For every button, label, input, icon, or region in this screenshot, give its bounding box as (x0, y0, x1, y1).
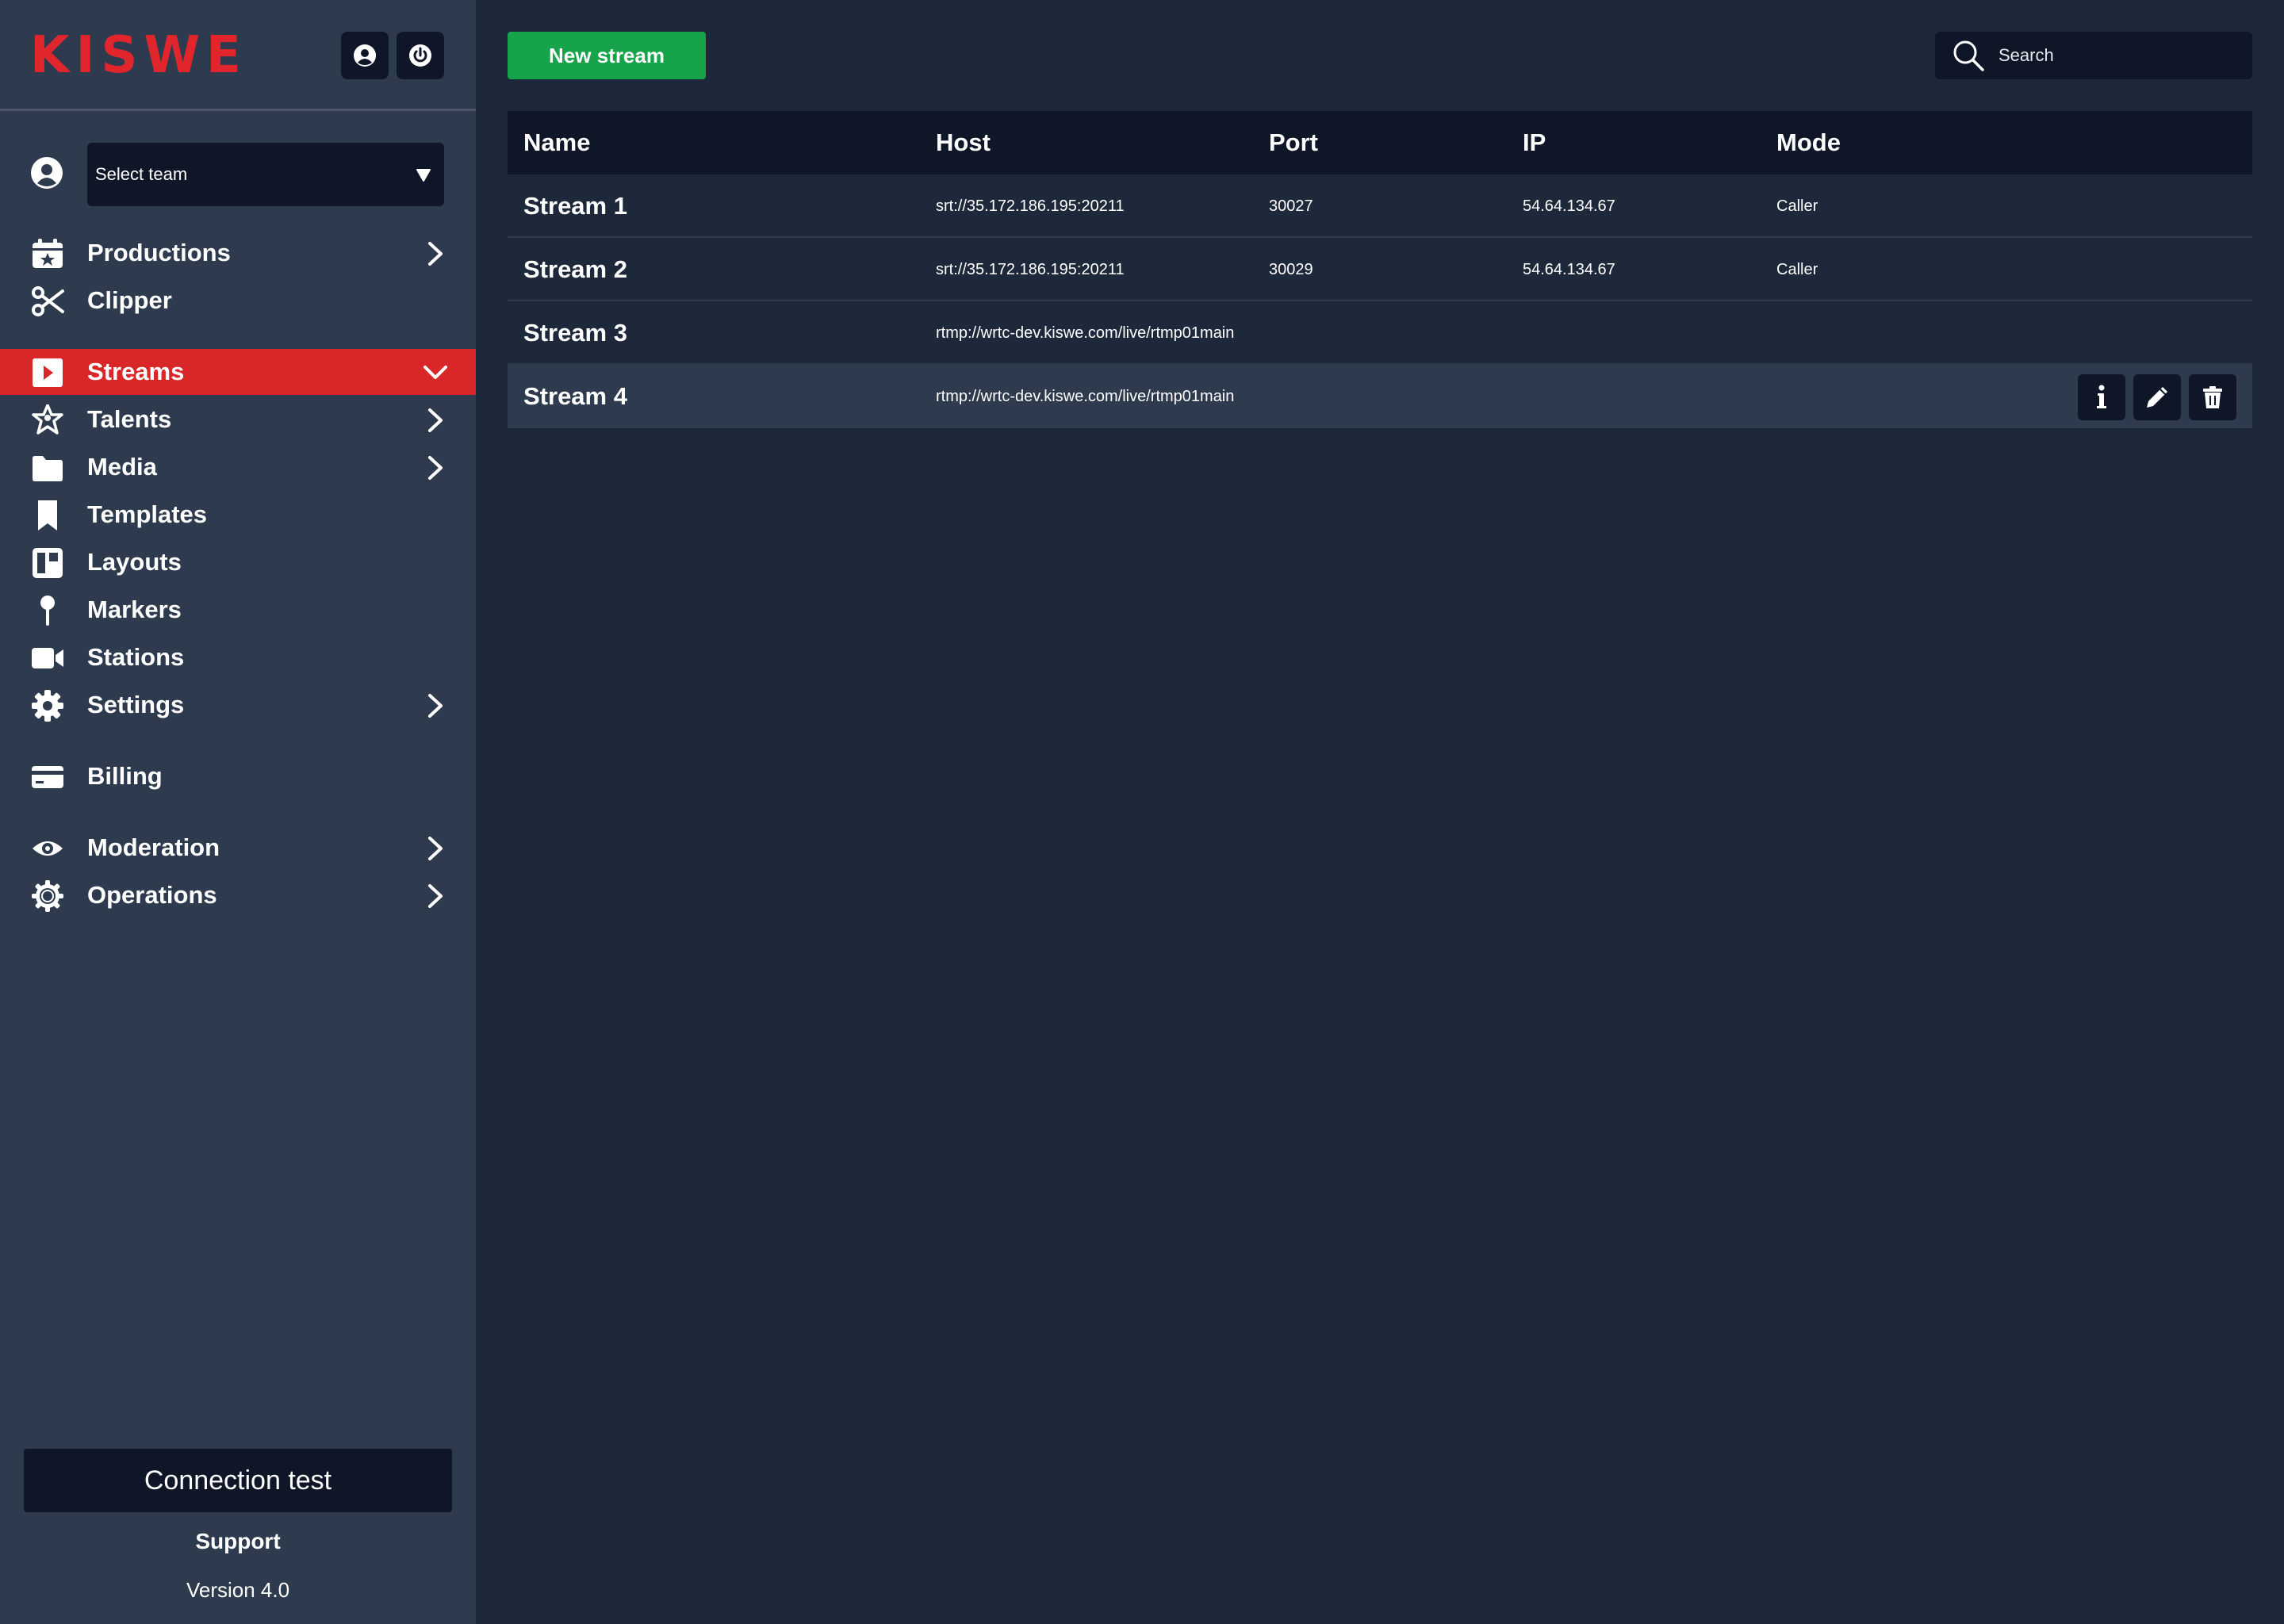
column-header-port[interactable]: Port (1269, 111, 1318, 174)
chevron-right-icon (428, 456, 443, 480)
search-input[interactable]: Search (1935, 32, 2252, 79)
nav-item-talents[interactable]: Talents (0, 396, 476, 442)
team-select-value: Select team (95, 164, 188, 184)
nav-item-layouts[interactable]: Layouts (0, 539, 476, 585)
info-button[interactable] (2078, 374, 2125, 420)
stream-mode: Caller (1776, 261, 1818, 278)
stream-ip: 54.64.134.67 (1523, 261, 1615, 278)
stream-host: srt://35.172.186.195:20211 (936, 261, 1125, 278)
search-placeholder: Search (1998, 45, 2054, 65)
power-icon (409, 44, 431, 67)
stream-port: 30029 (1269, 261, 1313, 278)
nav-label-talents: Talents (87, 405, 172, 433)
stream-name: Stream 4 (523, 382, 627, 410)
chevron-right-icon (428, 408, 443, 432)
nav-label-stations: Stations (87, 643, 185, 671)
nav-item-markers[interactable]: Markers (0, 587, 476, 633)
person-star-icon (30, 404, 65, 436)
stream-host: rtmp://wrtc-dev.kiswe.com/live/rtmp01mai… (936, 388, 1235, 405)
gear-icon (30, 690, 65, 722)
nav-label-markers: Markers (87, 596, 182, 623)
nav-label-settings: Settings (87, 691, 185, 718)
team-user-icon (31, 157, 63, 189)
delete-button[interactable] (2189, 374, 2236, 420)
chevron-right-icon (428, 884, 443, 908)
play-square-icon (30, 357, 65, 389)
bookmark-icon (30, 500, 65, 531)
edit-button[interactable] (2133, 374, 2181, 420)
table-header: Name Host Port IP Mode (508, 111, 2252, 174)
layout-grid-icon (30, 547, 65, 579)
table-row[interactable]: Stream 3 rtmp://wrtc-dev.kiswe.com/live/… (508, 301, 2252, 365)
nav-label-media: Media (87, 453, 157, 481)
support-link[interactable]: Support (0, 1529, 476, 1554)
version-label: Version 4.0 (186, 1578, 290, 1602)
table-row[interactable]: Stream 4 rtmp://wrtc-dev.kiswe.com/live/… (508, 365, 2252, 428)
pencil-icon (2147, 387, 2167, 408)
nav-label-billing: Billing (87, 762, 163, 790)
column-header-ip[interactable]: IP (1523, 111, 1546, 174)
pin-icon (30, 595, 65, 626)
nav-item-operations[interactable]: Operations (0, 872, 476, 918)
eye-icon (30, 833, 65, 864)
nav-label-layouts: Layouts (87, 548, 182, 576)
search-icon (1953, 40, 1984, 71)
user-circle-icon (354, 44, 376, 67)
nav-item-billing[interactable]: Billing (0, 753, 476, 799)
credit-card-icon (30, 761, 65, 793)
nav-item-media[interactable]: Media (0, 444, 476, 490)
logout-button[interactable] (397, 32, 444, 79)
stream-host: srt://35.172.186.195:20211 (936, 197, 1125, 215)
stream-mode: Caller (1776, 197, 1818, 215)
chevron-down-icon (423, 366, 447, 379)
nav-item-stations[interactable]: Stations (0, 634, 476, 680)
sidebar: KISWE Select team Productions Clipper St… (0, 0, 476, 1624)
nav-item-moderation[interactable]: Moderation (0, 825, 476, 871)
nav-item-clipper[interactable]: Clipper (0, 278, 476, 324)
nav-label-streams: Streams (87, 358, 185, 385)
scissors-icon (30, 285, 65, 317)
new-stream-button[interactable]: New stream (508, 32, 706, 79)
chevron-right-icon (428, 242, 443, 266)
nav-item-productions[interactable]: Productions (0, 230, 476, 276)
stream-name: Stream 2 (523, 255, 627, 283)
nav-label-moderation: Moderation (87, 833, 220, 861)
nav-label-clipper: Clipper (87, 286, 172, 314)
caret-down-icon (416, 169, 431, 182)
connection-test-button[interactable]: Connection test (24, 1449, 452, 1512)
column-header-host[interactable]: Host (936, 111, 991, 174)
calendar-star-icon (30, 238, 65, 270)
header-divider (0, 109, 476, 111)
stream-port: 30027 (1269, 197, 1313, 215)
column-header-name[interactable]: Name (523, 111, 590, 174)
kiswe-logo[interactable]: KISWE (30, 30, 247, 81)
stream-name: Stream 3 (523, 319, 627, 347)
nav-label-templates: Templates (87, 500, 208, 528)
table-row[interactable]: Stream 2 srt://35.172.186.195:20211 3002… (508, 238, 2252, 301)
trash-icon (2203, 386, 2222, 408)
chevron-right-icon (428, 694, 443, 718)
nav-item-templates[interactable]: Templates (0, 492, 476, 538)
stream-ip: 54.64.134.67 (1523, 197, 1615, 215)
video-camera-icon (30, 642, 65, 674)
nav-label-operations: Operations (87, 881, 217, 909)
table-row[interactable]: Stream 1 srt://35.172.186.195:20211 3002… (508, 174, 2252, 238)
folder-icon (30, 452, 65, 484)
nav-item-streams[interactable]: Streams (0, 349, 476, 395)
info-icon (2097, 385, 2106, 408)
streams-table: Name Host Port IP Mode Stream 1 srt://35… (508, 111, 2252, 428)
nav-item-settings[interactable]: Settings (0, 682, 476, 728)
nav-label-productions: Productions (87, 239, 231, 266)
cog-badge-icon (30, 880, 65, 912)
stream-name: Stream 1 (523, 192, 627, 220)
team-select[interactable]: Select team (87, 143, 444, 206)
chevron-right-icon (428, 837, 443, 860)
column-header-mode[interactable]: Mode (1776, 111, 1841, 174)
stream-host: rtmp://wrtc-dev.kiswe.com/live/rtmp01mai… (936, 324, 1235, 342)
profile-button[interactable] (341, 32, 389, 79)
